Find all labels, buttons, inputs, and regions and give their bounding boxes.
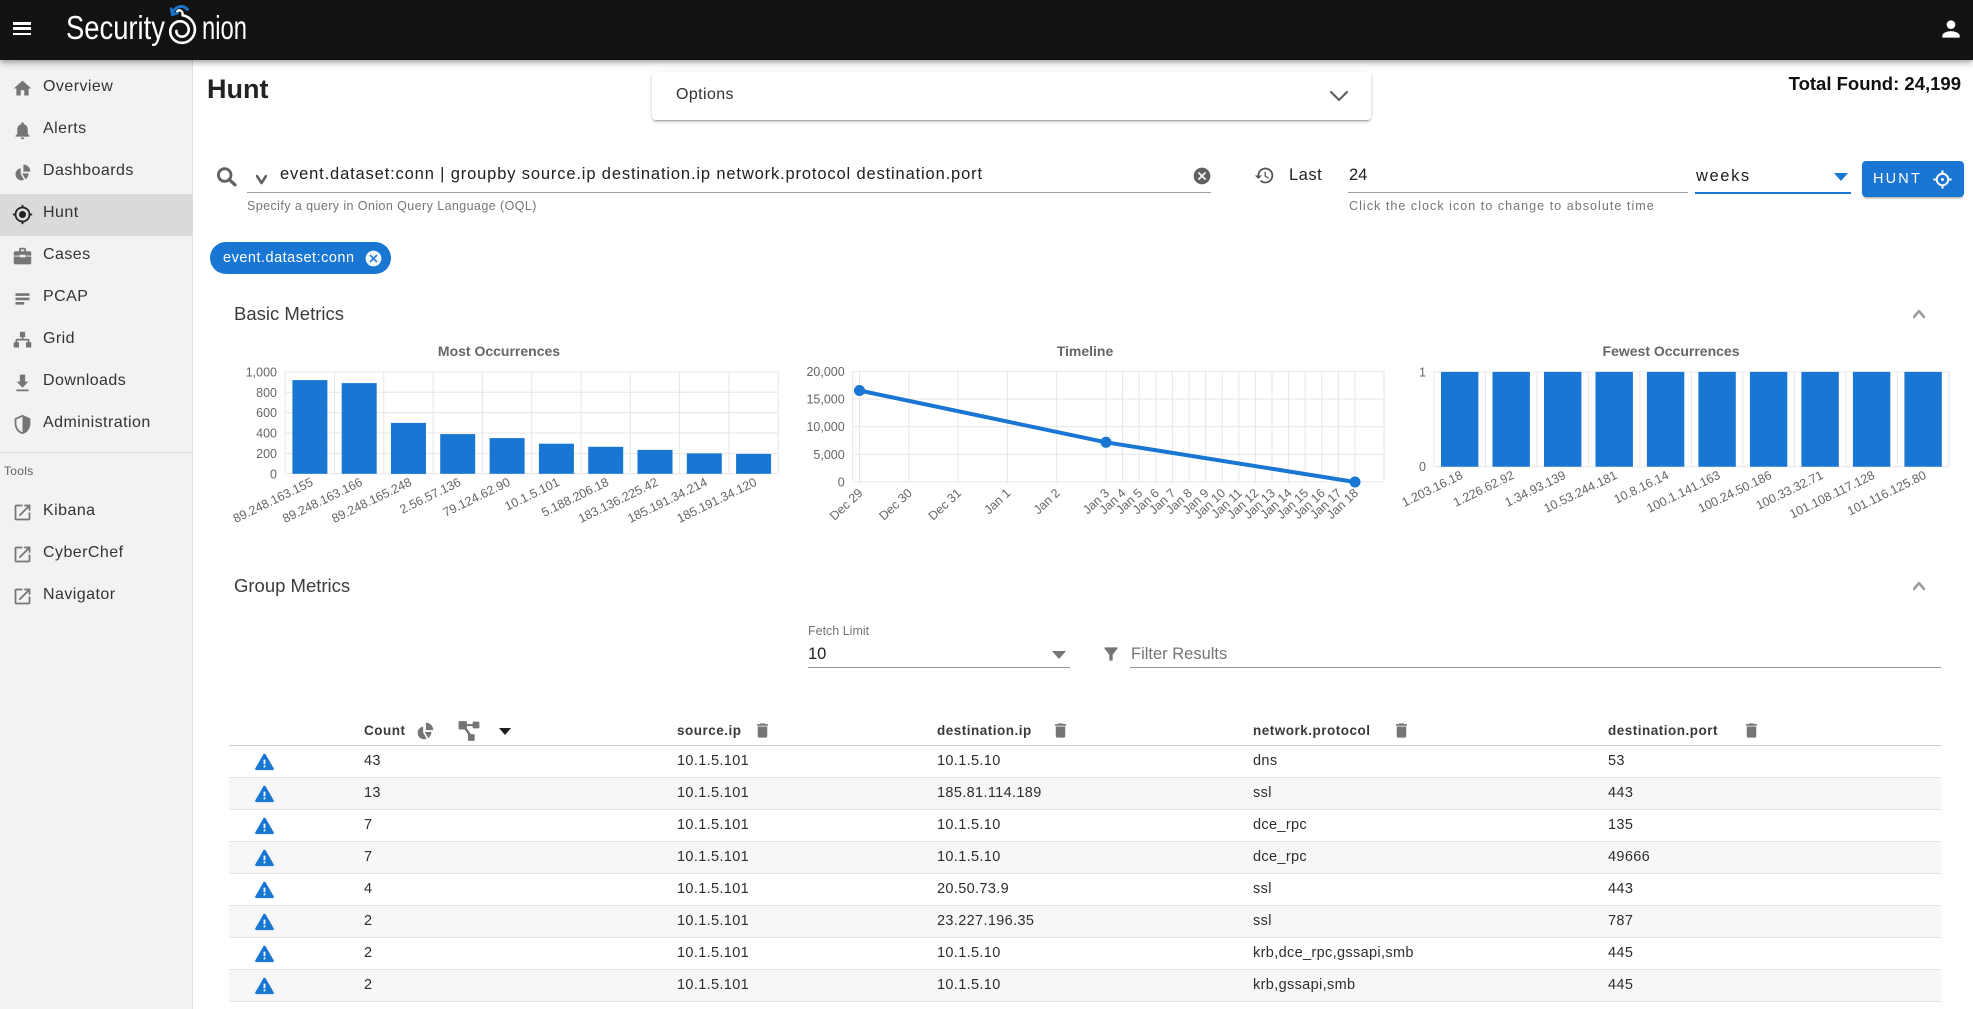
- svg-text:Jan 2: Jan 2: [1031, 486, 1063, 517]
- svg-text:200: 200: [256, 447, 277, 461]
- svg-text:0: 0: [1419, 460, 1426, 474]
- svg-text:15,000: 15,000: [806, 393, 844, 407]
- svg-text:5,000: 5,000: [813, 448, 844, 462]
- svg-text:1: 1: [1419, 365, 1426, 379]
- svg-text:600: 600: [256, 406, 277, 420]
- svg-text:20,000: 20,000: [806, 365, 844, 379]
- svg-text:Most Occurrences: Most Occurrences: [438, 343, 560, 359]
- svg-text:89.248.163.155: 89.248.163.155: [231, 475, 315, 526]
- svg-text:0: 0: [838, 476, 845, 490]
- svg-text:800: 800: [256, 386, 277, 400]
- svg-text:Dec 30: Dec 30: [876, 486, 915, 523]
- svg-text:Dec 29: Dec 29: [827, 486, 866, 523]
- svg-text:10,000: 10,000: [806, 420, 844, 434]
- svg-text:1,000: 1,000: [246, 365, 277, 379]
- svg-text:Fewest Occurrences: Fewest Occurrences: [1603, 343, 1740, 359]
- svg-text:0: 0: [270, 467, 277, 481]
- svg-text:Dec 31: Dec 31: [926, 486, 965, 523]
- svg-text:400: 400: [256, 427, 277, 441]
- svg-text:Timeline: Timeline: [1057, 343, 1114, 359]
- svg-text:Jan 1: Jan 1: [982, 486, 1014, 517]
